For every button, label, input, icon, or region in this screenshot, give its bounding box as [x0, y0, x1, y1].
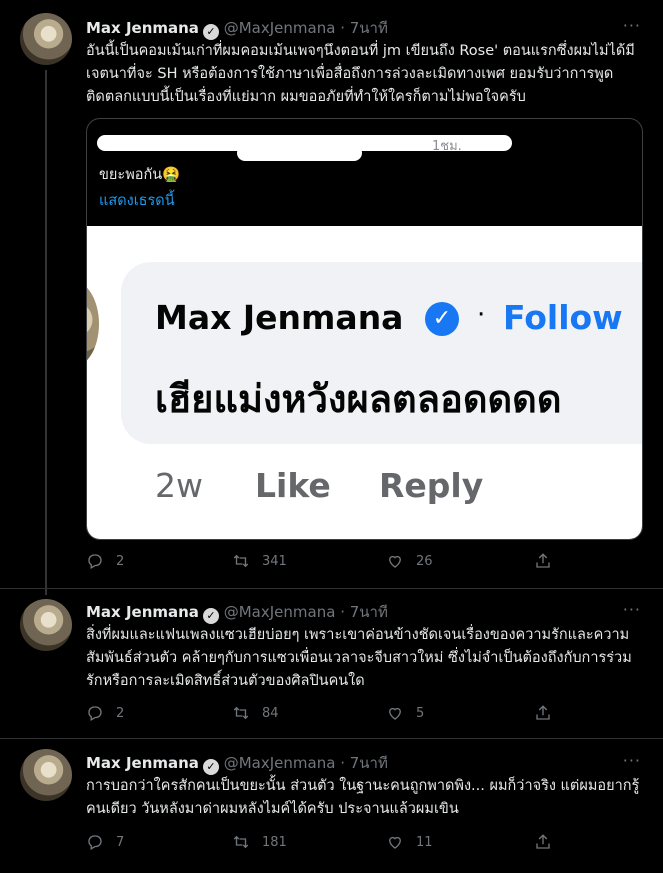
- like-count: 5: [416, 705, 425, 721]
- verified-icon: ✓: [202, 759, 219, 775]
- share-button[interactable]: [534, 552, 564, 570]
- verified-badge-icon: ✓: [425, 302, 459, 336]
- retweet-icon: [233, 835, 249, 849]
- tweet-header: Max Jenmana ✓ @MaxJenmana · 7นาที: [86, 600, 388, 624]
- commenter-avatar: [87, 281, 99, 367]
- heart-icon: [389, 707, 401, 720]
- tweet-text: การบอกว่าใครสักคนเป็นขยะนั้น ส่วนตัว ในฐ…: [86, 778, 640, 817]
- avatar[interactable]: [20, 13, 72, 65]
- tweet-header: Max Jenmana ✓ @MaxJenmana · 7นาที: [86, 751, 388, 775]
- reply-icon: [88, 835, 102, 850]
- reply-label: Reply: [379, 466, 484, 505]
- share-icon: [536, 834, 550, 849]
- reply-button[interactable]: 7: [86, 833, 124, 851]
- tweet-actions: 2 341 26: [86, 552, 556, 574]
- redacted-author: [237, 145, 362, 161]
- handle[interactable]: @MaxJenmana: [224, 754, 336, 772]
- separator-dot: ·: [340, 19, 345, 37]
- retweet-count: 181: [262, 834, 287, 850]
- retweet-button[interactable]: 84: [232, 704, 279, 722]
- reply-count: 2: [116, 553, 125, 569]
- display-name[interactable]: Max Jenmana: [86, 603, 199, 621]
- reply-icon: [88, 554, 102, 569]
- like-button[interactable]: 26: [386, 552, 433, 570]
- reply-icon: [88, 706, 102, 721]
- retweet-button[interactable]: 181: [232, 833, 287, 851]
- avatar[interactable]: [20, 749, 72, 801]
- like-button[interactable]: 5: [386, 704, 424, 722]
- quoted-text: ขยะพอกัน🤮: [99, 167, 181, 183]
- retweet-icon: [233, 554, 249, 568]
- retweet-icon: [233, 706, 249, 720]
- quoted-tweet[interactable]: 1ชม. ขยะพอกัน🤮 แสดงเธรดนี้ Max Jenmana ✓…: [86, 118, 643, 540]
- separator-dot: ·: [340, 603, 345, 621]
- tweet-divider: [0, 588, 663, 589]
- tweet-actions: 7 181 11: [86, 833, 556, 855]
- share-icon: [536, 705, 550, 720]
- tweet-2[interactable]: Max Jenmana ✓ @MaxJenmana · 7นาที ··· สิ่…: [0, 590, 663, 740]
- retweet-count: 84: [262, 705, 279, 721]
- quoted-timestamp: 1ชม.: [432, 139, 462, 154]
- facebook-comment-screenshot[interactable]: Max Jenmana ✓ · Follow เฮียแม่งหวังผลตลอ…: [87, 226, 642, 539]
- like-button[interactable]: 11: [386, 833, 433, 851]
- avatar[interactable]: [20, 599, 72, 651]
- retweet-count: 341: [262, 553, 287, 569]
- more-options-icon[interactable]: ···: [623, 600, 641, 619]
- share-button[interactable]: [534, 833, 564, 851]
- display-name[interactable]: Max Jenmana: [86, 754, 199, 772]
- comment-text: เฮียแม่งหวังผลตลอดดดด: [155, 377, 562, 421]
- comment-bubble: Max Jenmana ✓ · Follow เฮียแม่งหวังผลตลอ…: [121, 262, 642, 444]
- heart-icon: [389, 836, 401, 849]
- handle[interactable]: @MaxJenmana: [224, 19, 336, 37]
- reply-button[interactable]: 2: [86, 552, 124, 570]
- comment-age: 2w: [155, 466, 203, 505]
- share-button[interactable]: [534, 704, 564, 722]
- more-options-icon[interactable]: ···: [623, 751, 641, 770]
- commenter-name: Max Jenmana: [155, 298, 404, 337]
- share-icon: [536, 553, 550, 568]
- timestamp[interactable]: 7นาที: [350, 754, 388, 772]
- tweet-3[interactable]: Max Jenmana ✓ @MaxJenmana · 7นาที ··· การ…: [0, 740, 663, 873]
- timestamp[interactable]: 7นาที: [350, 19, 388, 37]
- handle[interactable]: @MaxJenmana: [224, 603, 336, 621]
- separator-dot: ·: [340, 754, 345, 772]
- verified-icon: ✓: [202, 24, 219, 40]
- retweet-button[interactable]: 341: [232, 552, 287, 570]
- tweet-header: Max Jenmana ✓ @MaxJenmana · 7นาที: [86, 16, 388, 40]
- more-options-icon[interactable]: ···: [623, 16, 641, 35]
- thread-line: [45, 70, 47, 595]
- display-name[interactable]: Max Jenmana: [86, 19, 199, 37]
- comment-footer: 2w Like Reply: [155, 466, 483, 505]
- tweet-text: อันนี้เป็นคอมเม้นเก่าที่ผมคอมเม้นเพจๆนึง…: [86, 43, 635, 105]
- timestamp[interactable]: 7นาที: [350, 603, 388, 621]
- verified-icon: ✓: [202, 608, 219, 624]
- tweet-actions: 2 84 5: [86, 704, 556, 726]
- reply-button[interactable]: 2: [86, 704, 124, 722]
- tweet-text: สิ่งที่ผมและแฟนเพลงแซวเฮียบ่อยๆ เพราะเขา…: [86, 627, 632, 689]
- show-thread-link[interactable]: แสดงเธรดนี้: [99, 189, 175, 212]
- separator-dot: ·: [477, 300, 486, 330]
- reply-count: 2: [116, 705, 125, 721]
- like-label: Like: [255, 466, 331, 505]
- tweet-divider: [0, 738, 663, 739]
- like-count: 26: [416, 553, 433, 569]
- tweet-1[interactable]: Max Jenmana ✓ @MaxJenmana · 7นาที ··· อัน…: [0, 0, 663, 595]
- like-count: 11: [416, 834, 433, 850]
- heart-icon: [389, 555, 401, 568]
- reply-count: 7: [116, 834, 125, 850]
- follow-button: Follow: [503, 298, 623, 337]
